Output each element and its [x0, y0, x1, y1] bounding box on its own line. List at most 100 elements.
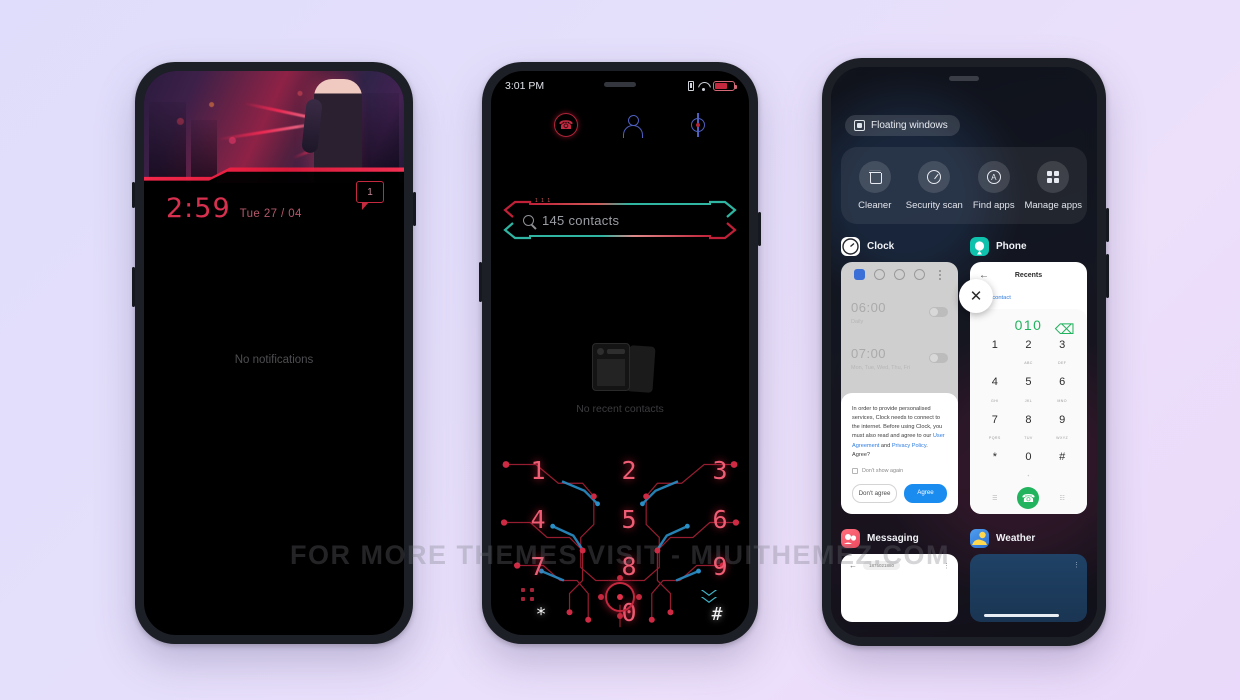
- quick-action-cleaner[interactable]: Cleaner: [845, 161, 905, 212]
- alarm-time: 07:00: [851, 346, 887, 361]
- scan-icon: [918, 161, 951, 193]
- empty-recents-state: No recent contacts: [491, 343, 749, 415]
- key-1[interactable]: 1: [978, 337, 1012, 373]
- messaging-app-preview[interactable]: ← 1875021880 ⋮: [841, 554, 958, 622]
- key-hash[interactable]: #: [1045, 449, 1079, 485]
- recents-screen: Floating windows Cleaner Security scan A…: [831, 67, 1097, 637]
- more-vertical-icon[interactable]: ⋮: [1073, 561, 1080, 569]
- recent-card-phone[interactable]: Phone ← Recents New contact Add to conta…: [970, 237, 1087, 514]
- double-chevron-down-icon[interactable]: [701, 588, 719, 606]
- dialpad-key-4[interactable]: 4: [521, 502, 555, 536]
- side-button-power[interactable]: [413, 192, 416, 226]
- stopwatch-tab-icon[interactable]: [914, 269, 926, 280]
- alarm-toggle[interactable]: [929, 353, 948, 363]
- key-5[interactable]: 5 JKL: [1012, 374, 1046, 410]
- side-button-volume[interactable]: [1106, 254, 1109, 298]
- new-contact-link[interactable]: New contact: [979, 290, 1078, 306]
- app-name-label: Messaging: [867, 533, 919, 544]
- key-letters: +: [1027, 474, 1030, 478]
- messaging-app-icon: [841, 529, 860, 548]
- dialpad-key-6[interactable]: 6: [703, 502, 737, 536]
- search-input[interactable]: 145 contacts: [523, 209, 709, 231]
- person-icon[interactable]: [620, 113, 644, 138]
- key-4[interactable]: 4 GHI: [978, 374, 1012, 410]
- keyboard-icon[interactable]: ☰: [978, 495, 1012, 502]
- key-digit: 1: [991, 338, 998, 351]
- dialer-tabs: [491, 113, 749, 138]
- side-button-volume[interactable]: [132, 267, 135, 307]
- quick-action-manage-apps[interactable]: Manage apps: [1024, 161, 1084, 212]
- phone-app-icon: [970, 237, 989, 256]
- key-digit: *: [992, 451, 997, 464]
- alarm-toggle[interactable]: [929, 307, 948, 317]
- timer-tab-icon[interactable]: [893, 269, 905, 280]
- key-digit: 2: [1025, 338, 1032, 351]
- key-6[interactable]: 6 MNO: [1045, 374, 1079, 410]
- alarm-row[interactable]: 06:00 Daily: [851, 290, 948, 336]
- recent-card-messaging[interactable]: Messaging ← 1875021880 ⋮: [841, 529, 958, 622]
- key-8[interactable]: 8 TUV: [1012, 412, 1046, 448]
- dialog-body: In order to provide personalised service…: [852, 405, 947, 460]
- alarm-tab-icon[interactable]: [853, 269, 865, 280]
- notification-badge[interactable]: 1: [356, 181, 384, 210]
- recent-card-weather[interactable]: Weather ⋮: [970, 529, 1087, 622]
- dont-show-again-checkbox[interactable]: Don't show again: [852, 468, 947, 474]
- dialpad-key-3[interactable]: 3: [703, 453, 737, 487]
- clock-time: 2:59: [166, 193, 231, 224]
- clock-app-preview[interactable]: 06:00 Daily 07:00 Mon, Tue, Wed, Thu, Fri …: [841, 262, 958, 514]
- key-7[interactable]: 7 PQRS: [978, 412, 1012, 448]
- dialer-bottom-nav: [491, 571, 749, 623]
- floating-windows-label: Floating windows: [871, 120, 948, 131]
- key-letters: ABC: [1024, 361, 1033, 366]
- side-button-power[interactable]: [758, 212, 761, 246]
- more-icon[interactable]: ☷: [1045, 495, 1079, 502]
- lockscreen-wallpaper: [144, 71, 404, 183]
- quick-action-security-scan[interactable]: Security scan: [905, 161, 965, 212]
- key-star[interactable]: *: [978, 449, 1012, 485]
- accept-button[interactable]: Agree: [904, 484, 947, 503]
- side-button-volume[interactable]: [479, 262, 482, 302]
- quick-action-label: Cleaner: [858, 200, 892, 211]
- floating-windows-button[interactable]: Floating windows: [845, 115, 960, 136]
- key-digit: 5: [1025, 376, 1032, 389]
- dialpad-key-5[interactable]: 5: [612, 502, 646, 536]
- key-9[interactable]: 9 WXYZ: [1045, 412, 1079, 448]
- key-digit: 7: [991, 413, 998, 426]
- quick-action-find-apps[interactable]: A Find apps: [964, 161, 1024, 212]
- gear-icon[interactable]: [686, 113, 710, 137]
- recent-card-clock[interactable]: Clock 06:00 Daily 07:00 Mon, Tue, Wed, T…: [841, 237, 958, 514]
- key-3[interactable]: 3 DEF: [1045, 337, 1079, 373]
- privacy-policy-link[interactable]: Privacy Policy: [892, 443, 926, 449]
- dialpad-key-2[interactable]: 2: [612, 453, 646, 487]
- key-0[interactable]: 0 +: [1012, 449, 1046, 485]
- target-circle-icon[interactable]: [598, 575, 642, 619]
- more-vertical-icon[interactable]: ⋮: [943, 562, 950, 570]
- key-letters: WXYZ: [1056, 436, 1069, 441]
- battery-icon: [713, 81, 737, 91]
- dialpad-key-1[interactable]: 1: [521, 453, 555, 487]
- side-button-power[interactable]: [1106, 208, 1109, 242]
- backspace-icon[interactable]: ⌫: [1055, 321, 1076, 338]
- weather-app-preview[interactable]: ⋮: [970, 554, 1087, 622]
- dialed-number-row: 010 ⌫: [978, 316, 1079, 337]
- close-icon[interactable]: ✕: [959, 279, 993, 313]
- call-icon[interactable]: [1017, 487, 1040, 509]
- phone-lockscreen-mockup: 2:59 Tue 27 / 04 1 No notifications: [132, 62, 416, 644]
- back-arrow-icon[interactable]: ←: [849, 561, 857, 570]
- earpiece-notch: [949, 76, 979, 81]
- floating-window-icon: [854, 120, 865, 131]
- sim-icon: [688, 81, 694, 91]
- clock-date: Tue 27 / 04: [239, 208, 302, 220]
- alarm-row[interactable]: 07:00 Mon, Tue, Wed, Thu, Fri: [851, 336, 948, 382]
- dialpad-action-row: ☰ ☷: [978, 487, 1079, 509]
- phone-icon[interactable]: [554, 113, 578, 137]
- key-letters: JKL: [1024, 398, 1033, 403]
- grid-dots-icon[interactable]: [521, 588, 539, 606]
- side-button-mute[interactable]: [132, 182, 135, 208]
- clock-tab-icon[interactable]: [873, 269, 885, 280]
- key-2[interactable]: 2 ABC: [1012, 337, 1046, 373]
- search-bar[interactable]: 1 1 1 145 contacts: [501, 197, 739, 243]
- more-vertical-icon[interactable]: [934, 269, 945, 280]
- recent-app-cards: Clock 06:00 Daily 07:00 Mon, Tue, Wed, T…: [831, 237, 1097, 637]
- decline-button[interactable]: Don't agree: [852, 484, 897, 503]
